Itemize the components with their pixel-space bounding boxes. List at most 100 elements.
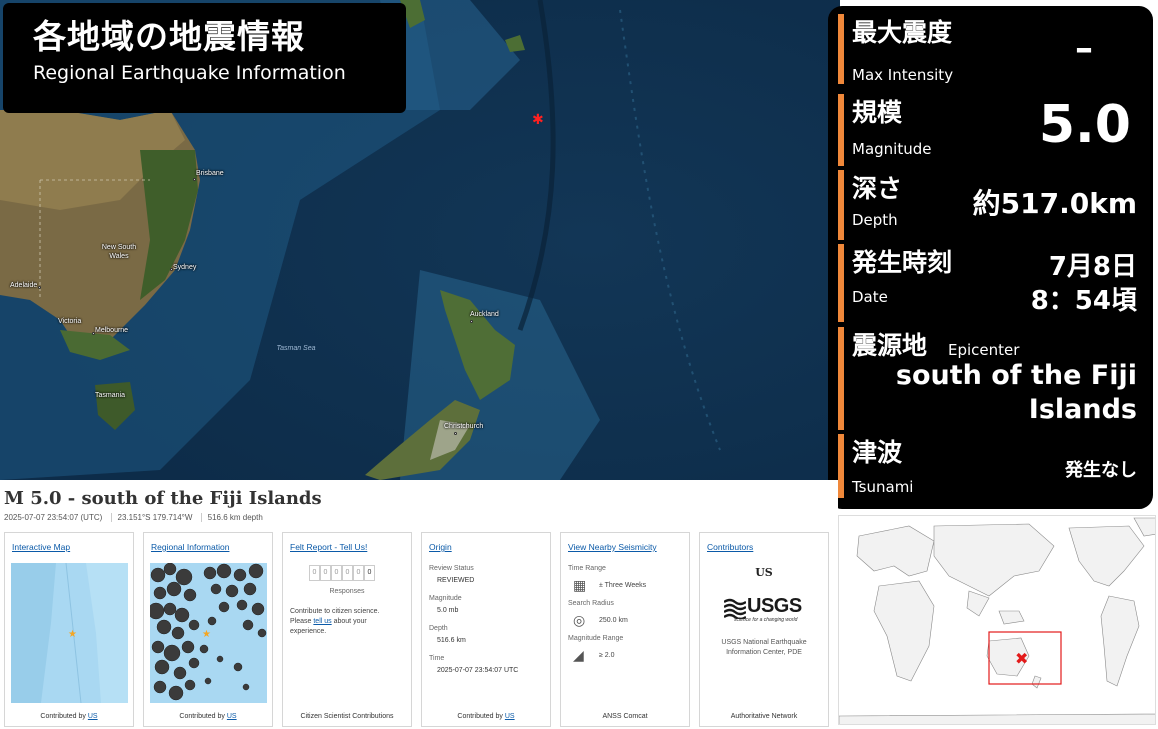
epicenter-label-en: Epicenter: [948, 341, 1020, 359]
city-label: Brisbane: [196, 170, 224, 177]
epicenter-value-line: south of the Fiji: [895, 360, 1137, 391]
world-locator-map: ✖: [838, 515, 1156, 725]
counter-digit: 0: [342, 565, 353, 581]
magnitude-label-jp: 規模: [852, 98, 903, 127]
usgs-logo: USGS science for a changing world: [724, 595, 806, 625]
card-footer: Authoritative Network: [730, 713, 798, 720]
counter-digit: 0: [353, 565, 364, 581]
review-status-label: Review Status: [429, 565, 474, 572]
counter-digit: 0: [364, 565, 375, 581]
card-interactive-map[interactable]: Interactive Map ★ Contributed by US: [4, 532, 134, 727]
search-radius-row: ◎ 250.0 km: [568, 612, 646, 628]
nearby-settings: Time Range ▦ ± Three Weeks Search Radius …: [568, 564, 646, 663]
responses-counter: 0 0 0 0 0 0: [309, 565, 375, 581]
intensity-value: –: [1075, 28, 1093, 69]
earthquake-info-panel: 最大震度 Max Intensity – 規模 Magnitude 5.0 深さ…: [828, 6, 1153, 509]
city-dot: [38, 286, 41, 289]
contributors-link[interactable]: Contributors: [707, 542, 753, 552]
card-felt-report[interactable]: Felt Report - Tell Us! 0 0 0 0 0 0 Respo…: [282, 532, 412, 727]
card-regional-information[interactable]: Regional Information ★ Contributed by US: [143, 532, 273, 727]
info-row-date: 発生時刻 Date 7月8日 8：54頃: [838, 244, 1143, 322]
usgs-logo-text: USGS: [747, 595, 802, 617]
date-value-day: 7月8日: [1048, 252, 1137, 282]
city-label: Melbourne: [95, 327, 129, 334]
magnitude-label: Magnitude: [429, 595, 462, 602]
map-thumbnail[interactable]: ★: [11, 563, 128, 703]
magnitude-value: 5.0: [1038, 95, 1131, 155]
review-status-value: REVIEWED: [437, 577, 475, 584]
search-radius-label: Search Radius: [568, 600, 614, 607]
city-label: Sydney: [173, 264, 197, 271]
interactive-map-link[interactable]: Interactive Map: [12, 542, 70, 552]
date-value-time: 8：54頃: [1030, 286, 1137, 316]
city-label: Adelaide: [10, 282, 38, 289]
event-star-icon: ★: [202, 629, 211, 640]
date-value: 7月8日 8：54頃: [1031, 250, 1137, 318]
region-label: Tasmania: [95, 392, 125, 399]
event-time: 2025-07-07 23:54:07 (UTC): [4, 513, 103, 522]
felt-report-link[interactable]: Felt Report - Tell Us!: [290, 542, 367, 552]
felt-text: Contribute to citizen science.: [290, 608, 380, 615]
time-range-value: ± Three Weeks: [599, 581, 647, 589]
contributor-code: US: [755, 566, 773, 579]
contributor-name-line: USGS National Earthquake: [721, 639, 807, 646]
world-map-graphic: [839, 516, 1155, 724]
date-label-jp: 発生時刻: [852, 248, 953, 277]
title-japanese: 各地域の地震情報: [33, 17, 305, 56]
tsunami-value: 発生なし: [1065, 460, 1137, 481]
time-range-label: Time Range: [568, 565, 606, 572]
intensity-label-en: Max Intensity: [852, 66, 954, 84]
felt-description: Contribute to citizen science. Please te…: [290, 607, 380, 637]
event-meta: 2025-07-07 23:54:07 (UTC) 23.151°S 179.7…: [4, 513, 269, 522]
responses-label: Responses: [329, 588, 365, 595]
regional-information-link[interactable]: Regional Information: [151, 542, 229, 552]
usgs-event-page: M 5.0 - south of the Fiji Islands 2025-0…: [0, 480, 838, 729]
footer-text: Contributed by: [40, 713, 88, 720]
origin-link[interactable]: Origin: [429, 542, 452, 552]
card-origin[interactable]: Origin Review Status REVIEWED Magnitude …: [421, 532, 551, 727]
card-footer: Contributed by US: [144, 713, 272, 720]
title-box: 各地域の地震情報 Regional Earthquake Information: [3, 3, 406, 113]
depth-value: 約517.0km: [972, 187, 1137, 220]
info-row-epicenter: 震源地 Epicenter south of the Fiji Islands: [838, 327, 1143, 430]
info-row-depth: 深さ Depth 約517.0km: [838, 170, 1143, 240]
accent-bar: [838, 244, 844, 322]
region-label: New South Wales: [101, 244, 137, 260]
contributor-link[interactable]: US: [88, 713, 98, 720]
depth-label-jp: 深さ: [852, 174, 903, 203]
accent-bar: [838, 14, 844, 84]
event-title: M 5.0 - south of the Fiji Islands: [4, 488, 322, 509]
search-radius-value: 250.0 km: [599, 616, 628, 624]
tsunami-label-en: Tsunami: [852, 478, 914, 496]
city-label: Christchurch: [444, 423, 484, 430]
counter-digit: 0: [320, 565, 331, 581]
date-label-en: Date: [852, 288, 888, 306]
contributor-link[interactable]: US: [227, 713, 237, 720]
nearby-seismicity-link[interactable]: View Nearby Seismicity: [568, 542, 657, 552]
epicenter-label-jp: 震源地: [852, 331, 928, 360]
magnitude-value: 5.0 mb: [437, 607, 459, 614]
tell-us-link[interactable]: tell us: [313, 618, 331, 625]
card-nearby-seismicity[interactable]: View Nearby Seismicity Time Range ▦ ± Thr…: [560, 532, 690, 727]
footer-text: Contributed by: [179, 713, 227, 720]
radius-target-icon: ◎: [573, 612, 586, 628]
felt-text: about your: [331, 618, 367, 625]
time-value: 2025-07-07 23:54:07 UTC: [437, 667, 519, 674]
magnitude-ramp-icon: ◢: [573, 647, 584, 663]
card-contributors[interactable]: Contributors US USGS science for a chang…: [699, 532, 829, 727]
contributor-name: USGS National Earthquake Information Cen…: [700, 638, 828, 658]
epicenter-value: south of the Fiji Islands: [896, 359, 1137, 427]
contributor-link[interactable]: US: [505, 713, 515, 720]
city-dot: [454, 432, 457, 435]
magnitude-label-en: Magnitude: [852, 140, 932, 158]
intensity-label-jp: 最大震度: [852, 18, 953, 47]
epicenter-marker-icon: ✱: [532, 112, 544, 128]
regional-thumbnail[interactable]: ★: [150, 563, 267, 703]
accent-bar: [838, 170, 844, 240]
card-footer: Contributed by US: [5, 713, 133, 720]
tsunami-label-jp: 津波: [852, 438, 903, 467]
info-row-tsunami: 津波 Tsunami 発生なし: [838, 434, 1143, 498]
origin-details: Review Status REVIEWED Magnitude 5.0 mb …: [429, 564, 518, 675]
usgs-tagline: science for a changing world: [734, 617, 798, 623]
card-footer: ANSS Comcat: [602, 713, 648, 720]
